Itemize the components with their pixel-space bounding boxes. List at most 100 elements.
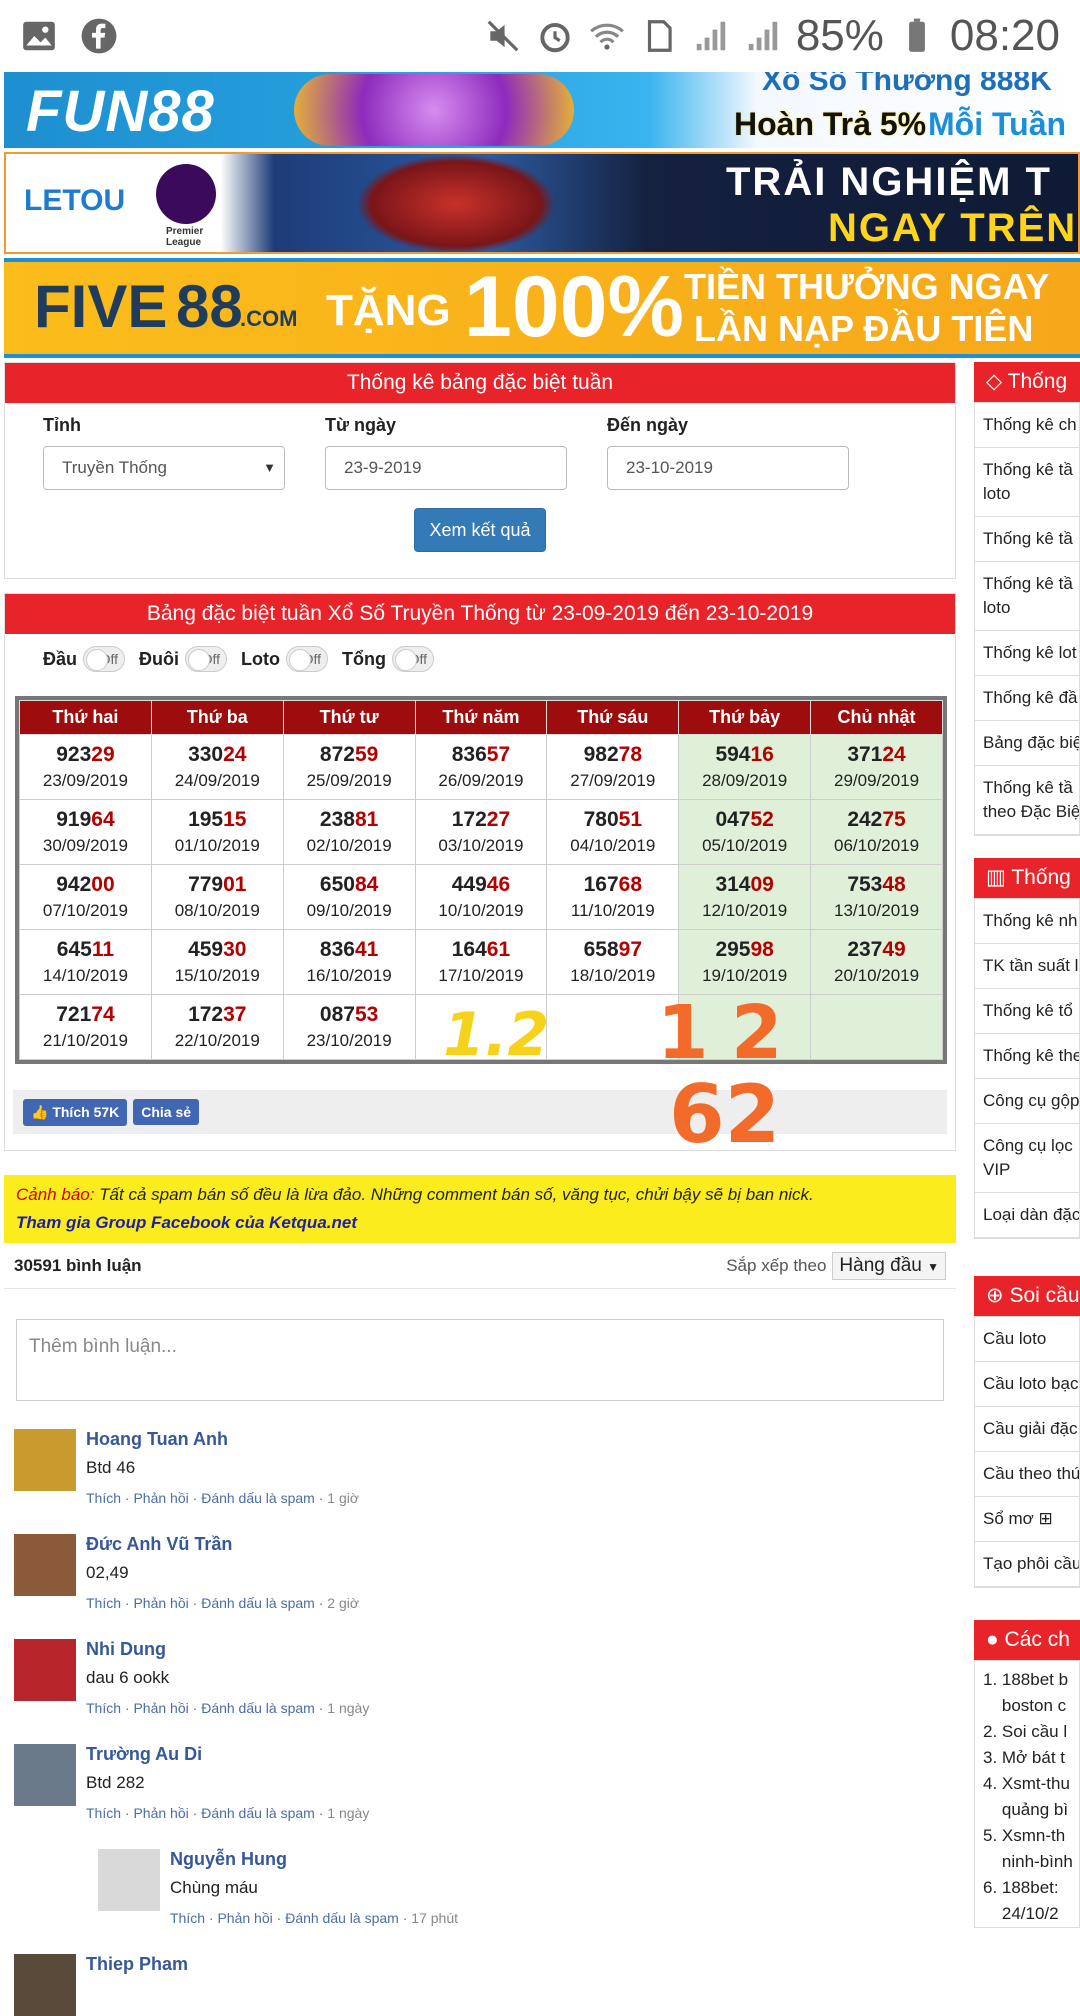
avatar[interactable] [14,1954,76,2016]
from-date-value: 23-9-2019 [344,458,422,477]
comment-reply-link[interactable]: Phản hồi [133,1490,188,1506]
sidebar-list-item[interactable]: 24/10/2 [983,1901,1079,1927]
result-date: 26/09/2019 [438,771,524,790]
sidebar-list-item[interactable]: boston c [983,1693,1079,1719]
province-value: Truyền Thống [62,458,167,477]
comment-like-link[interactable]: Thích [86,1595,121,1611]
avatar[interactable] [14,1534,76,1596]
toggle-loto[interactable]: Off [286,646,328,672]
submit-button[interactable]: Xem kết quả [414,508,546,552]
comment-text: 02,49 [86,1563,129,1582]
sidebar-item[interactable]: Loại dàn đặc [975,1193,1079,1238]
sidebar-item[interactable]: TK tần suất l [975,944,1079,989]
sidebar-item[interactable]: Thống kê tầ [975,517,1079,562]
province-select[interactable]: Truyền Thống ▼ [43,446,285,490]
sidebar-item[interactable]: Thống kê đầ [975,676,1079,721]
sidebar-item[interactable]: Thống kê tầ loto [975,448,1079,517]
avatar[interactable] [14,1429,76,1491]
sidebar-list-item[interactable]: 1. 188bet b [983,1667,1079,1693]
toggle-dau[interactable]: Off [83,646,126,672]
sidebar-item[interactable]: Cầu loto bạc [975,1362,1079,1407]
sidebar-item[interactable]: Thống kê lot [975,631,1079,676]
result-date: 03/10/2019 [438,836,524,855]
result-date: 15/10/2019 [174,966,260,985]
sidebar-list-item[interactable]: 6. 188bet: [983,1875,1079,1901]
sidebar-item[interactable]: Công cụ gộp [975,1079,1079,1124]
comment-author[interactable]: Nguyễn Hung [170,1849,458,1870]
sidebar-item[interactable]: Thống kê tầ theo Đặc Biệ [975,766,1079,835]
like-button[interactable]: 👍 Thích 57K [23,1098,128,1126]
sidebar-item[interactable]: Cầu loto [975,1317,1079,1362]
result-tail: 48 [882,873,906,896]
sidebar-list-item[interactable]: 5. Xsmn-th [983,1823,1079,1849]
result-tail: 46 [486,873,511,896]
result-head: 942 [56,873,92,896]
sidebar-item[interactable]: Thống kê tổ [975,989,1079,1034]
result-cell: 92329 23/09/2019 [19,734,152,800]
comment-author[interactable]: Đức Anh Vũ Trần [86,1534,359,1555]
five88-banner[interactable]: FIVE 88 .COM TẶNG 100% TIỀN THƯỞNG NGAY … [4,258,1080,358]
sort-select[interactable]: Hàng đầu ▼ [832,1251,946,1280]
comment-author[interactable]: Nhi Dung [86,1639,369,1660]
sidebar-list-item[interactable]: quảng bì [983,1797,1079,1823]
sidebar-item[interactable]: Tạo phôi cầu [975,1542,1079,1587]
comment-author[interactable]: Trường Au Di [86,1744,369,1765]
comment-reply-link[interactable]: Phản hồi [133,1595,188,1611]
sidebar-item[interactable]: Công cụ lọc VIP [975,1124,1079,1193]
avatar[interactable] [14,1639,76,1701]
result-cell: 78051 04/10/2019 [546,799,680,865]
result-date: 11/10/2019 [570,901,655,920]
sidebar-list-item[interactable]: 4. Xsmt-thu [983,1771,1079,1797]
comment-like-link[interactable]: Thích [86,1490,121,1506]
sidebar-item[interactable]: Cầu theo thứ [975,1452,1079,1497]
sidebar-item[interactable]: Sổ mơ ⊞ [975,1497,1079,1542]
sidebar-item[interactable]: Thống kê the [975,1034,1079,1079]
comment-reply-link[interactable]: Phản hồi [217,1910,272,1926]
comment-like-link[interactable]: Thích [170,1910,205,1926]
share-button[interactable]: Chia sẻ [133,1099,200,1125]
comment-author[interactable]: Thiep Pham [86,1954,188,1975]
sidebar-item[interactable]: Thống kê tầ loto [975,562,1079,631]
avatar[interactable] [14,1744,76,1806]
sidebar-list-item[interactable]: 2. Soi cầu l [983,1719,1079,1745]
result-cell: 44946 10/10/2019 [414,864,548,930]
fun88-banner[interactable]: FUN88 Xổ Số Thưởng 888K Hoàn Trả 5% Mỗi … [4,72,1080,148]
to-date-input[interactable]: 23-10-2019 [607,446,849,490]
result-head: 172 [188,1003,224,1026]
comment-spam-link[interactable]: Đánh dấu là spam [285,1910,399,1926]
toggle-label-dau: Đầu [43,648,78,669]
toggle-tong[interactable]: Off [391,646,434,672]
result-number: 77901 [152,873,283,897]
sidebar-item[interactable]: Thống kê ch [975,403,1079,448]
result-tail: 52 [750,808,774,831]
comment-like-link[interactable]: Thích [86,1805,121,1821]
sidebar-list-item[interactable]: 3. Mở bát t [983,1745,1079,1771]
from-date-input[interactable]: 23-9-2019 [325,446,567,490]
comment-spam-link[interactable]: Đánh dấu là spam [201,1595,315,1611]
comment-spam-link[interactable]: Đánh dấu là spam [201,1490,315,1506]
comment-input[interactable]: Thêm bình luận... [16,1319,944,1401]
comment-reply-link[interactable]: Phản hồi [133,1700,188,1716]
facebook-group-link[interactable]: Tham gia Group Facebook của Ketqua.net [16,1213,357,1232]
sidebar-item[interactable]: Bảng đặc biệ [975,721,1079,766]
comment-text: Chùng máu [170,1878,258,1897]
table-row: 94200 07/10/2019 77901 08/10/2019 65084 09/10… [19,864,943,930]
result-date: 07/10/2019 [42,901,128,920]
result-date: 18/10/2019 [570,966,656,985]
comment-spam-link[interactable]: Đánh dấu là spam [201,1700,315,1716]
comment-reply-link[interactable]: Phản hồi [133,1805,188,1821]
toggle-duoi[interactable]: Off [185,646,228,672]
to-date-label: Đến ngày [607,415,689,435]
sidebar-list-item[interactable]: ninh-bình [983,1849,1079,1875]
sidebar-item[interactable]: Thống kê nh [975,899,1079,944]
comment-like-link[interactable]: Thích [86,1700,121,1716]
result-number: 64511 [20,938,151,962]
comment-spam-link[interactable]: Đánh dấu là spam [201,1805,315,1821]
handwriting-orange-mid: 2 [731,990,783,1076]
avatar[interactable] [98,1849,160,1911]
result-number: 31409 [679,873,810,897]
result-tail: 49 [882,938,906,961]
comment-author[interactable]: Hoang Tuan Anh [86,1429,359,1450]
sidebar-item[interactable]: Cầu giải đặc [975,1407,1079,1452]
letou-banner[interactable]: LETOU Premier League TRẢI NGHIỆM T NGAY … [4,152,1080,254]
